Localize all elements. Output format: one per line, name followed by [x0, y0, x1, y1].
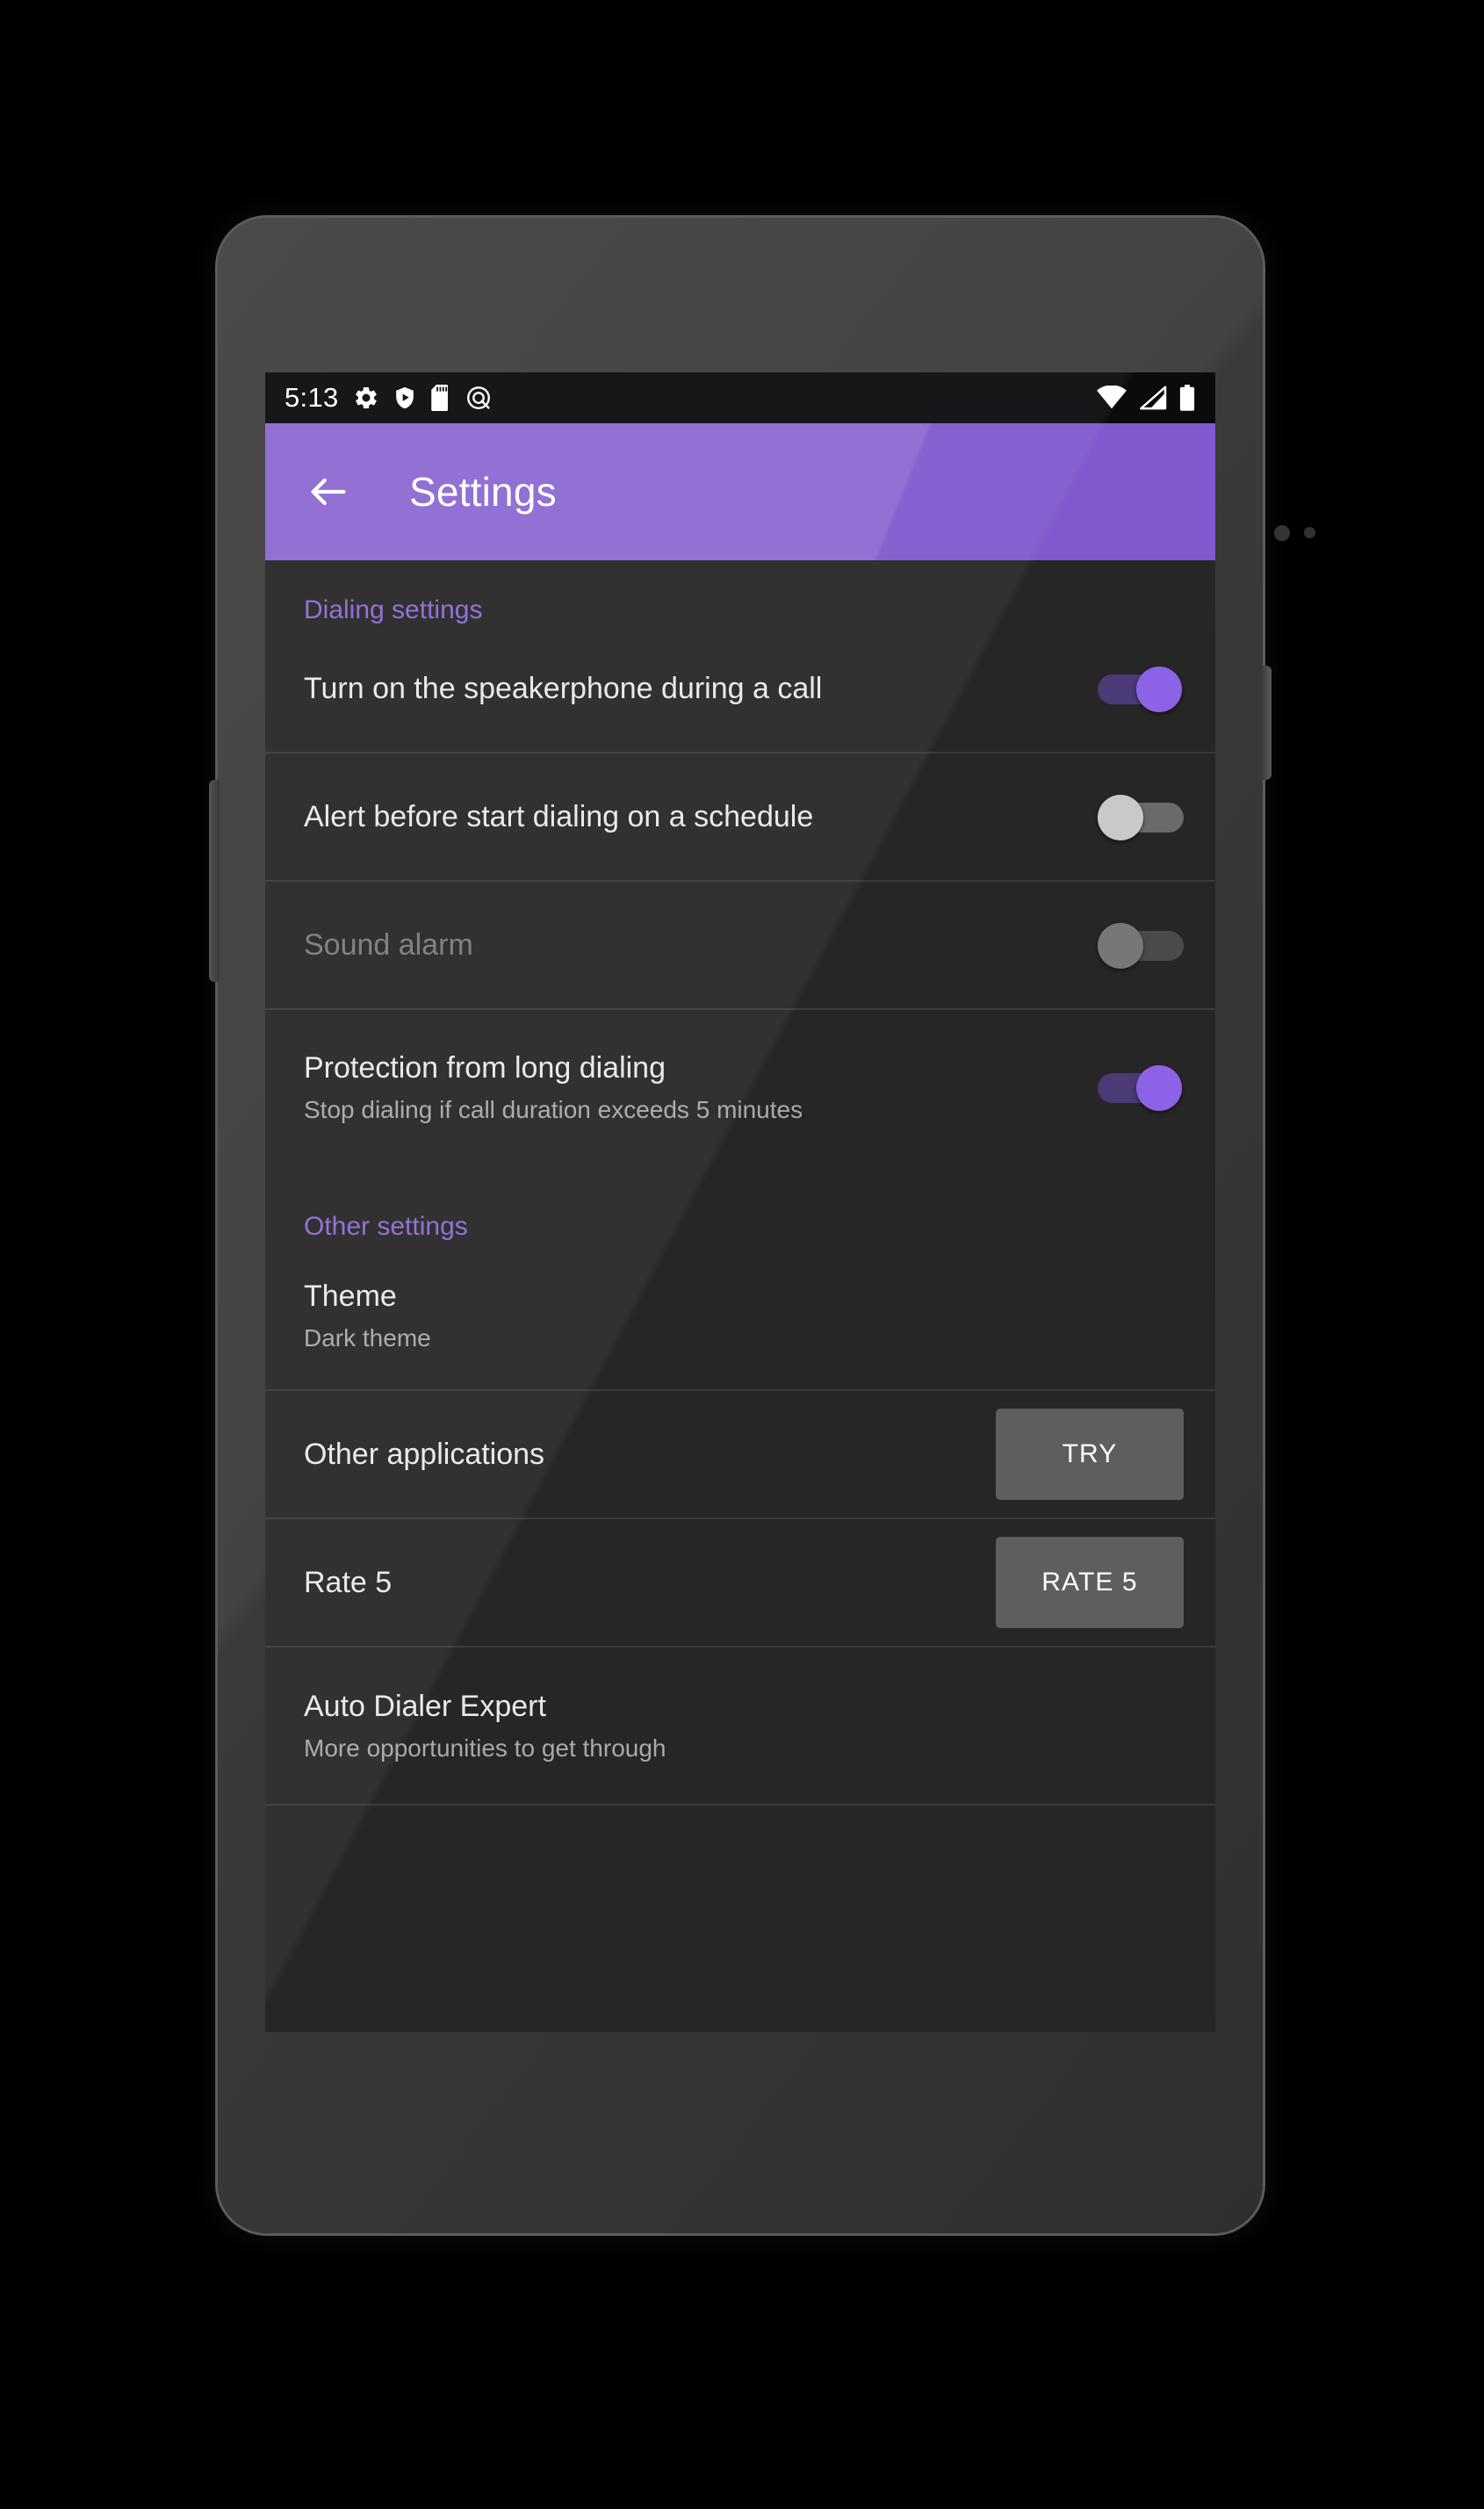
screen-bezel: 5:13 Settings Dialing settings Turn on t…	[265, 372, 1215, 2032]
back-arrow-icon[interactable]	[306, 469, 351, 515]
pref-title: Sound alarm	[304, 927, 473, 962]
settings-list[interactable]: Dialing settings Turn on the speakerphon…	[265, 560, 1215, 2032]
pref-row-theme[interactable]: Theme Dark theme	[265, 1242, 1215, 1389]
pref-title: Protection from long dialing	[304, 1050, 666, 1085]
pref-row-rate-5[interactable]: Rate 5 RATE 5	[265, 1519, 1215, 1646]
switch-thumb	[1098, 923, 1143, 969]
switch-protection-long-dialing[interactable]	[1098, 1061, 1184, 1114]
pref-title: Other applications	[304, 1437, 545, 1471]
switch-thumb	[1136, 1065, 1182, 1111]
switch-thumb	[1098, 795, 1143, 840]
adb-circle-icon	[465, 385, 492, 411]
pref-summary: Stop dialing if call duration exceeds 5 …	[304, 1095, 803, 1123]
pref-row-sound-alarm: Sound alarm	[265, 882, 1215, 1008]
pref-row-other-applications[interactable]: Other applications TRY	[265, 1391, 1215, 1518]
status-bar: 5:13	[265, 372, 1215, 423]
pref-row-alert-before-dialing[interactable]: Alert before start dialing on a schedule	[265, 753, 1215, 880]
sd-card-icon	[430, 385, 452, 411]
try-button[interactable]: TRY	[996, 1409, 1184, 1500]
battery-full-icon	[1178, 385, 1196, 411]
section-header-dialing-settings: Dialing settings	[304, 595, 483, 624]
section-header-other-settings: Other settings	[304, 1212, 468, 1241]
page-title: Settings	[409, 469, 557, 515]
pref-summary: Dark theme	[304, 1323, 431, 1352]
pref-row-auto-dialer-expert[interactable]: Auto Dialer Expert More opportunities to…	[265, 1647, 1215, 1804]
pref-row-protection-long-dialing[interactable]: Protection from long dialing Stop dialin…	[265, 1010, 1215, 1164]
switch-thumb	[1136, 667, 1182, 712]
power-button[interactable]	[1261, 666, 1271, 780]
volume-rocker-button[interactable]	[209, 780, 220, 982]
phone-device: 5:13 Settings Dialing settings Turn on t…	[209, 218, 1315, 2233]
ambient-light-sensor	[1304, 527, 1315, 538]
pref-summary: More opportunities to get through	[304, 1734, 666, 1762]
phone-screen: 5:13 Settings Dialing settings Turn on t…	[265, 372, 1215, 2032]
switch-sound-alarm	[1098, 919, 1184, 971]
pref-title: Turn on the speakerphone during a call	[304, 671, 823, 705]
cellular-signal-icon	[1139, 386, 1167, 410]
wifi-icon	[1096, 386, 1127, 410]
pref-row-speakerphone[interactable]: Turn on the speakerphone during a call	[265, 625, 1215, 752]
pref-title: Auto Dialer Expert	[304, 1689, 546, 1723]
pref-title: Alert before start dialing on a schedule	[304, 799, 814, 833]
proximity-sensor	[1274, 525, 1290, 541]
rate-5-button[interactable]: RATE 5	[996, 1537, 1184, 1628]
switch-alert-before-dialing[interactable]	[1098, 790, 1184, 843]
pref-title: Theme	[304, 1279, 397, 1313]
pref-title: Rate 5	[304, 1565, 393, 1599]
play-protect-shield-icon	[393, 385, 417, 411]
switch-speakerphone[interactable]	[1098, 662, 1184, 715]
status-bar-clock: 5:13	[285, 382, 339, 413]
gear-icon	[353, 385, 379, 411]
app-toolbar: Settings	[265, 423, 1215, 560]
list-bottom-filler	[265, 1806, 1215, 1886]
